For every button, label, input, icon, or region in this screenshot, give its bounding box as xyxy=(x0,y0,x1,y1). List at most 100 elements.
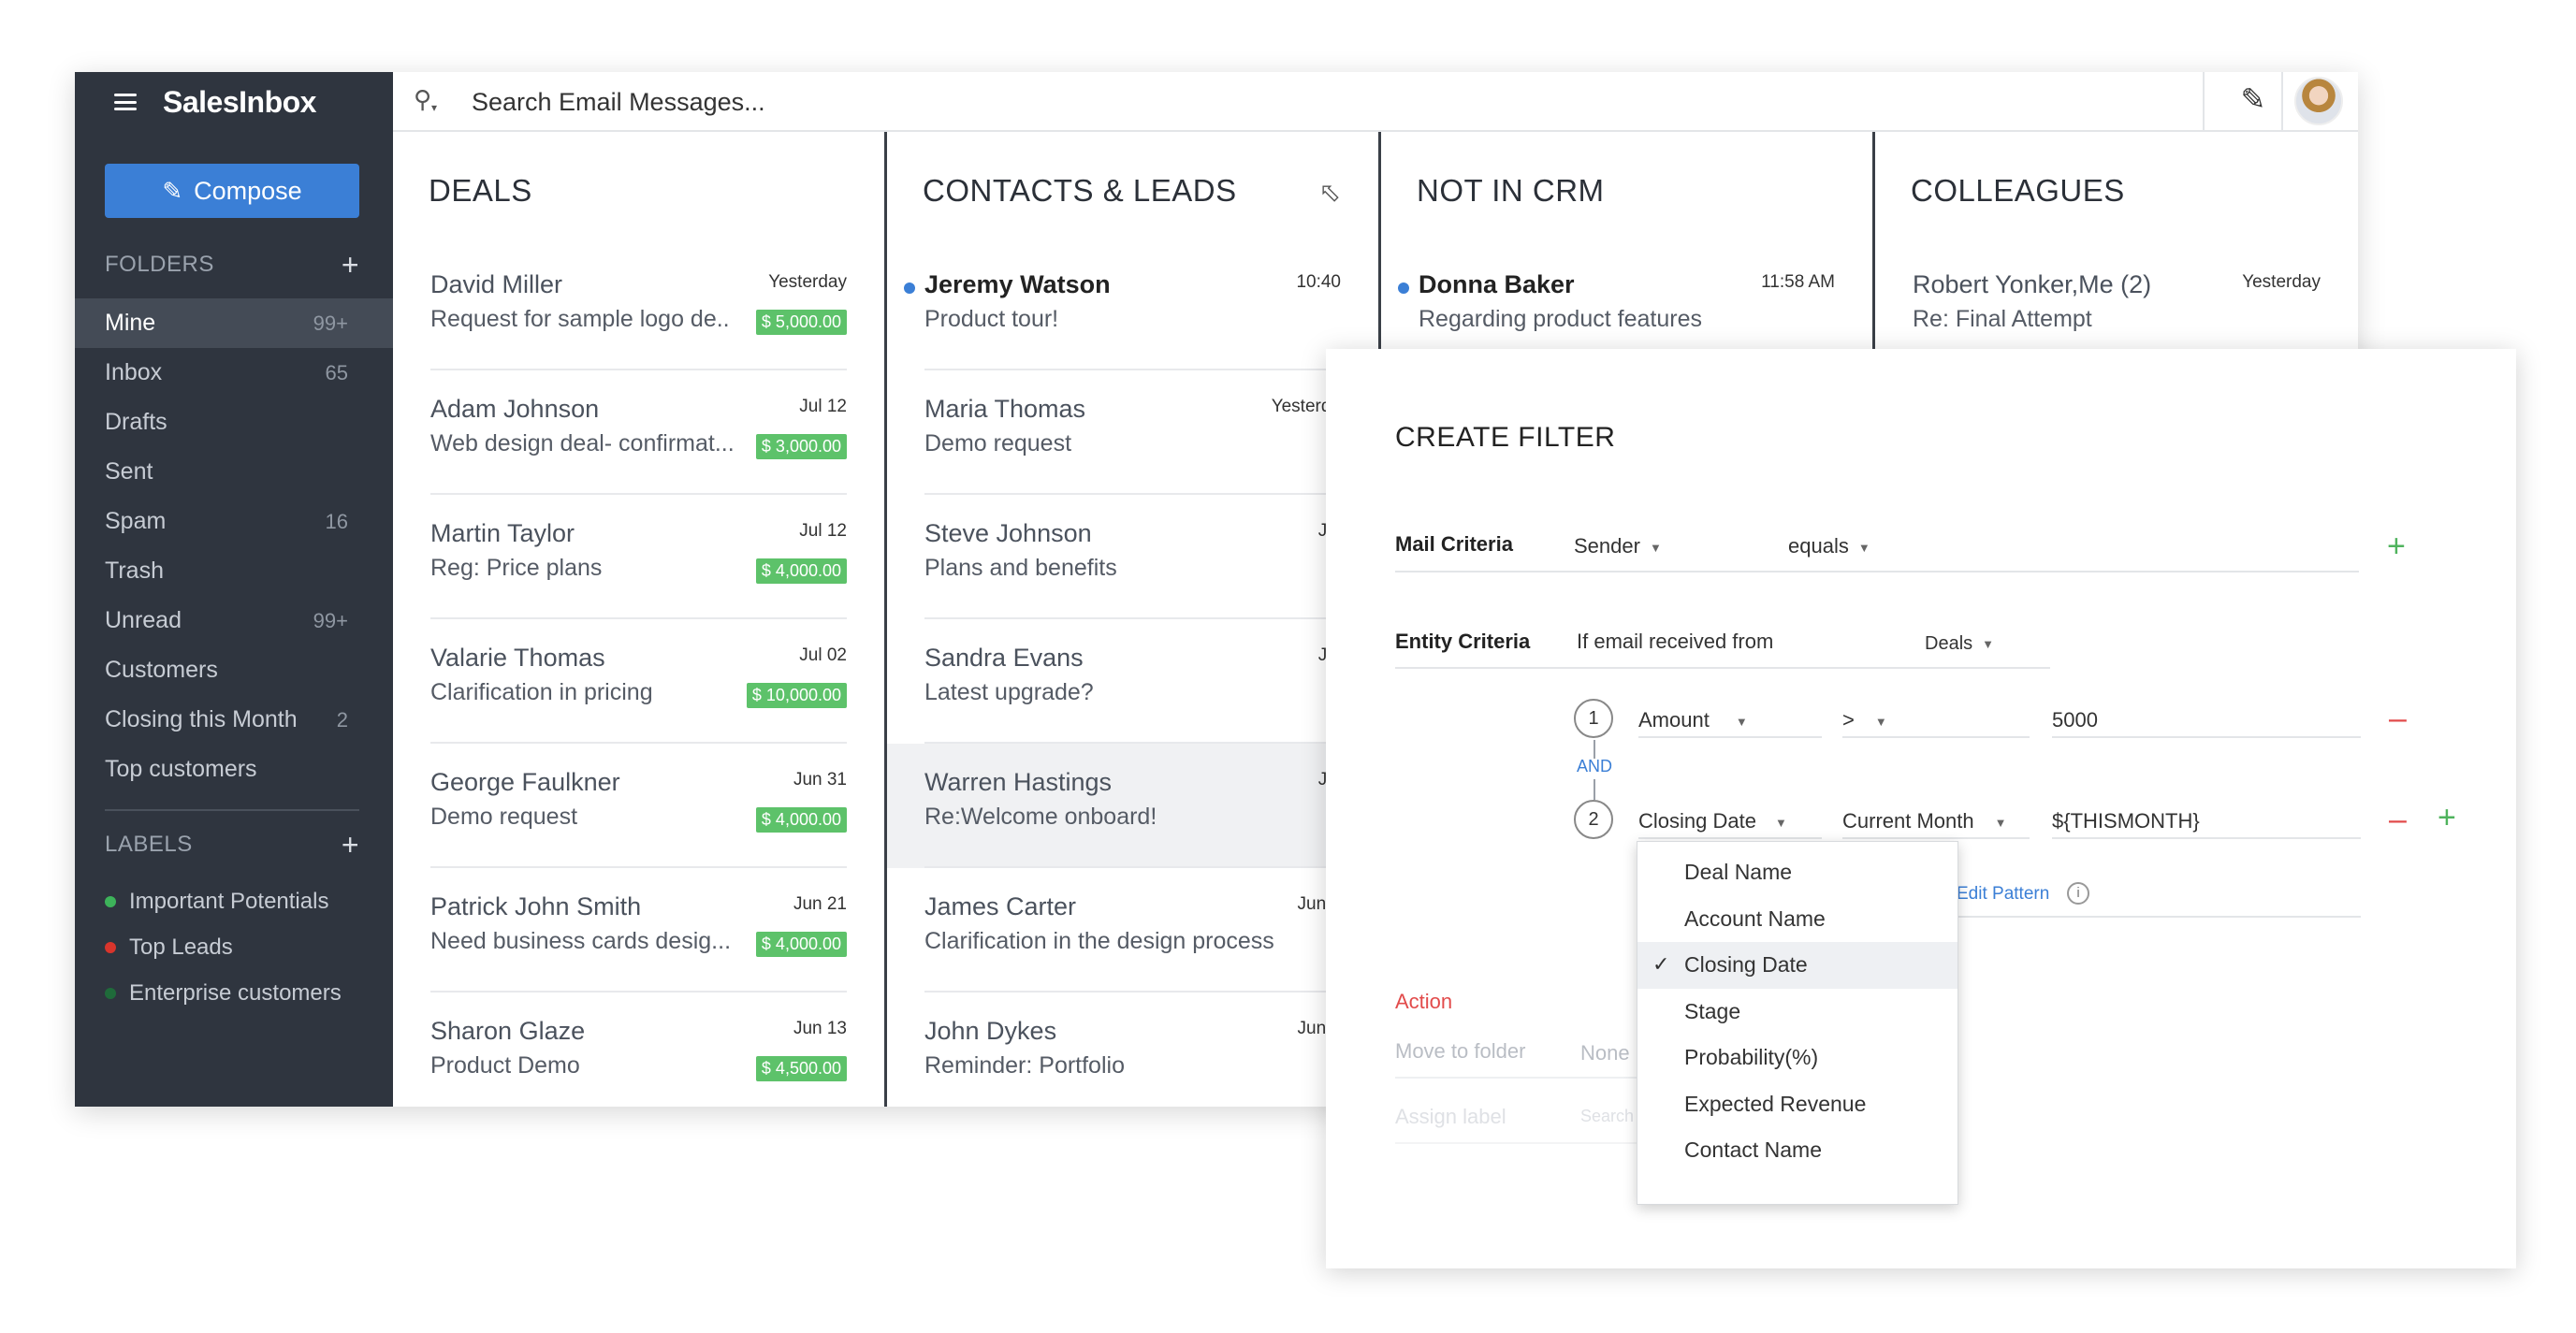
list-item[interactable]: Adam Johnson Web design deal- confirmat.… xyxy=(393,370,884,495)
assign-label-input[interactable]: Search xyxy=(1580,1107,1634,1126)
mail-field-select[interactable]: Sender ▼ xyxy=(1574,534,1662,558)
add-condition-icon[interactable]: + xyxy=(2438,802,2456,833)
add-label-icon[interactable]: + xyxy=(342,830,359,860)
dropdown-option-stage[interactable]: Stage xyxy=(1637,989,1957,1036)
condition-number: 2 xyxy=(1574,800,1613,839)
condition-value-input[interactable]: 5000 xyxy=(2052,708,2098,732)
sidebar-label-enterprise-customers[interactable]: Enterprise customers xyxy=(105,970,342,1016)
list-item[interactable]: Sharon Glaze Product Demo Jun 13 $ 4,500… xyxy=(393,993,884,1107)
remove-condition-icon[interactable]: – xyxy=(2389,804,2407,835)
option-label: Stage xyxy=(1684,998,1741,1023)
email-subject: Demo request xyxy=(924,430,1072,456)
list-item[interactable]: David Miller Request for sample logo de.… xyxy=(393,246,884,370)
add-mail-criteria-icon[interactable]: + xyxy=(2387,530,2406,562)
menu-icon[interactable] xyxy=(114,94,137,110)
sidebar-item-unread[interactable]: Unread 99+ xyxy=(75,596,393,645)
list-item[interactable]: Martin Taylor Reg: Price plans Jul 12 $ … xyxy=(393,495,884,619)
list-item[interactable]: Warren Hastings Re:Welcome onboard! Jul xyxy=(887,744,1378,868)
info-icon[interactable]: i xyxy=(2067,882,2089,905)
sidebar-item-inbox[interactable]: Inbox 65 xyxy=(75,348,393,398)
condition-field-select[interactable]: Amount ▼ xyxy=(1638,708,1748,732)
dropdown-option-contact-name[interactable]: Contact Name xyxy=(1637,1127,1957,1174)
condition-operator-select[interactable]: Current Month ▼ xyxy=(1842,809,2007,833)
dropdown-option-probability[interactable]: Probability(%) xyxy=(1637,1035,1957,1081)
list-item[interactable]: Valarie Thomas Clarification in pricing … xyxy=(393,619,884,744)
sidebar-label-important-potentials[interactable]: Important Potentials xyxy=(105,878,342,924)
sender-name: Sandra Evans xyxy=(924,644,1084,672)
sidebar-item-closing-this-month[interactable]: Closing this Month 2 xyxy=(75,695,393,745)
sender-name: Patrick John Smith xyxy=(430,892,642,920)
search-icon[interactable]: ⚲▾ xyxy=(414,85,437,114)
entity-module-select[interactable]: Deals ▼ xyxy=(1925,633,1994,655)
chevron-down-icon: ▼ xyxy=(1874,714,1887,729)
sidebar-item-mine[interactable]: Mine 99+ xyxy=(75,298,393,348)
condition-field-select[interactable]: Closing Date ▼ xyxy=(1638,809,1787,833)
topbar-separator xyxy=(2281,72,2283,132)
option-label: Expected Revenue xyxy=(1684,1091,1867,1116)
condition-number: 1 xyxy=(1574,699,1613,738)
contacts-title: CONTACTS & LEADS xyxy=(923,173,1237,208)
sidebar-divider xyxy=(105,809,359,811)
email-subject: Web design deal- confirmat... xyxy=(430,430,735,456)
sender-name: James Carter xyxy=(924,892,1077,920)
dropdown-option-deal-name[interactable]: Deal Name xyxy=(1637,849,1957,896)
sidebar-item-sent[interactable]: Sent xyxy=(75,447,393,497)
sidebar-item-customers[interactable]: Customers xyxy=(75,645,393,695)
sender-name: Maria Thomas xyxy=(924,395,1086,423)
move-to-folder-label: Move to folder xyxy=(1395,1039,1526,1063)
folder-label: Unread xyxy=(105,607,182,633)
email-subject: Reg: Price plans xyxy=(430,555,603,581)
condition-value-input[interactable]: ${THISMONTH} xyxy=(2052,809,2200,833)
email-subject: Plans and benefits xyxy=(924,555,1117,581)
email-subject: Product Demo xyxy=(430,1052,580,1079)
label-name: Important Potentials xyxy=(129,888,329,914)
remove-condition-icon[interactable]: – xyxy=(2389,703,2407,734)
list-item[interactable]: Jeremy Watson Product tour! 10:40 xyxy=(887,246,1378,370)
sidebar-label-top-leads[interactable]: Top Leads xyxy=(105,924,342,970)
edit-pattern-link[interactable]: Edit Pattern xyxy=(1957,884,2049,905)
folders-header: FOLDERS + xyxy=(105,250,359,280)
list-item[interactable]: Patrick John Smith Need business cards d… xyxy=(393,868,884,993)
compose-button[interactable]: ✎ Compose xyxy=(105,164,359,218)
list-item[interactable]: Sandra Evans Latest upgrade? Jul xyxy=(887,619,1378,744)
label-name: Enterprise customers xyxy=(129,979,342,1006)
label-color-dot xyxy=(105,895,116,907)
dropdown-option-closing-date[interactable]: ✓ Closing Date xyxy=(1637,942,1957,989)
option-label: Deal Name xyxy=(1684,860,1793,885)
mail-operator-select[interactable]: equals ▼ xyxy=(1788,534,1870,558)
sidebar-item-trash[interactable]: Trash xyxy=(75,546,393,596)
list-item[interactable]: Steve Johnson Plans and benefits Jul xyxy=(887,495,1378,619)
email-time: Yesterday xyxy=(2242,272,2321,292)
folder-count: 16 xyxy=(325,509,348,533)
dropdown-option-expected-revenue[interactable]: Expected Revenue xyxy=(1637,1081,1957,1128)
chevron-down-icon: ▼ xyxy=(1994,815,2007,830)
avatar[interactable] xyxy=(2294,77,2343,125)
condition-operator-select[interactable]: > ▼ xyxy=(1842,708,1887,732)
email-subject: Regarding product features xyxy=(1419,306,1702,332)
email-time: Yesterday xyxy=(768,272,847,292)
sidebar-item-spam[interactable]: Spam 16 xyxy=(75,497,393,546)
list-item[interactable]: Maria Thomas Demo request Yesterda xyxy=(887,370,1378,495)
list-item[interactable]: James Carter Clarification in the design… xyxy=(887,868,1378,993)
sidebar-item-drafts[interactable]: Drafts xyxy=(75,398,393,447)
sender-name: Sharon Glaze xyxy=(430,1017,586,1045)
search-input[interactable] xyxy=(472,83,1875,121)
email-subject: Need business cards desig... xyxy=(430,928,732,954)
folder-count: 99+ xyxy=(313,311,348,335)
email-subject: Re:Welcome onboard! xyxy=(924,804,1157,830)
notes-icon[interactable]: ✎ xyxy=(2233,81,2274,123)
email-subject: Reminder: Portfolio xyxy=(924,1052,1125,1079)
list-item[interactable]: George Faulkner Demo request Jun 31 $ 4,… xyxy=(393,744,884,868)
move-to-folder-select[interactable]: None xyxy=(1580,1041,1630,1065)
chevron-down-icon: ▼ xyxy=(1735,714,1748,729)
list-item[interactable]: John Dykes Reminder: Portfolio Jun 2 xyxy=(887,993,1378,1107)
select-cursor-icon[interactable]: ⬁ xyxy=(1319,177,1341,208)
mail-field-value: Sender xyxy=(1574,534,1640,558)
add-folder-icon[interactable]: + xyxy=(342,250,359,280)
and-connector[interactable]: AND xyxy=(1577,757,1612,776)
email-time: Jun 31 xyxy=(793,770,847,790)
chevron-down-icon: ▼ xyxy=(1774,815,1787,830)
label-name: Top Leads xyxy=(129,934,233,960)
dropdown-option-account-name[interactable]: Account Name xyxy=(1637,896,1957,943)
sidebar-item-top-customers[interactable]: Top customers xyxy=(75,745,393,794)
